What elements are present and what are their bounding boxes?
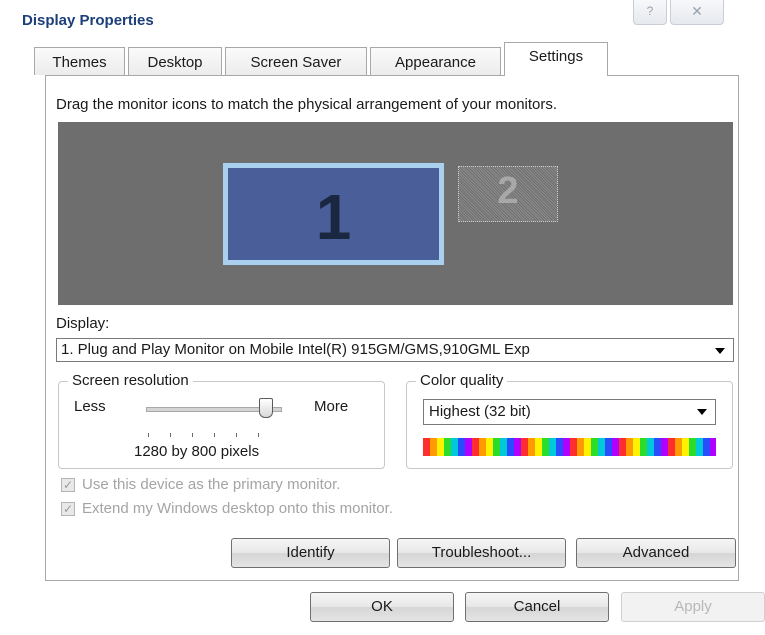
color-spectrum-bar	[423, 438, 716, 456]
resolution-value: 1280 by 800 pixels	[134, 443, 260, 460]
monitor-1-icon[interactable]: 1	[223, 163, 444, 265]
slider-tick	[170, 433, 171, 437]
resolution-slider-thumb[interactable]	[259, 398, 273, 418]
color-quality-legend: Color quality	[416, 372, 508, 389]
display-label: Display:	[56, 315, 110, 332]
troubleshoot-button[interactable]: Troubleshoot...	[397, 538, 566, 568]
window-title: Display Properties	[22, 12, 154, 29]
color-quality-dropdown[interactable]: Highest (32 bit)	[423, 399, 716, 425]
monitor-2-number: 2	[497, 170, 519, 212]
slider-tick	[236, 433, 237, 437]
slider-tick	[192, 433, 193, 437]
arrangement-instructions: Drag the monitor icons to match the phys…	[56, 96, 558, 113]
apply-button[interactable]: Apply	[621, 592, 765, 622]
tab-appearance[interactable]: Appearance	[370, 47, 501, 75]
color-quality-value: Highest (32 bit)	[429, 403, 531, 420]
primary-monitor-checkbox[interactable]: ✓	[61, 477, 75, 492]
extend-desktop-option[interactable]: ✓ Extend my Windows desktop onto this mo…	[61, 500, 393, 517]
help-button[interactable]: ?	[633, 0, 667, 25]
screen-resolution-legend: Screen resolution	[68, 372, 193, 389]
slider-tick	[214, 433, 215, 437]
monitor-2-icon[interactable]: 2	[458, 166, 558, 222]
extend-desktop-label: Extend my Windows desktop onto this moni…	[82, 500, 393, 517]
tab-desktop[interactable]: Desktop	[128, 47, 222, 75]
chevron-down-icon	[715, 348, 725, 354]
primary-monitor-label: Use this device as the primary monitor.	[82, 476, 341, 493]
tab-settings[interactable]: Settings	[504, 42, 608, 76]
tab-themes[interactable]: Themes	[34, 47, 125, 75]
cancel-button[interactable]: Cancel	[465, 592, 609, 622]
display-dropdown-value: 1. Plug and Play Monitor on Mobile Intel…	[61, 341, 530, 358]
ok-button[interactable]: OK	[310, 592, 454, 622]
identify-button[interactable]: Identify	[231, 538, 390, 568]
slider-tick	[148, 433, 149, 437]
advanced-button[interactable]: Advanced	[576, 538, 736, 568]
help-icon: ?	[646, 4, 654, 18]
tab-screen-saver[interactable]: Screen Saver	[225, 47, 367, 75]
slider-tick	[258, 433, 259, 437]
resolution-more-label: More	[314, 398, 349, 415]
close-button[interactable]: ✕	[670, 0, 724, 25]
chevron-down-icon	[697, 409, 707, 415]
monitor-1-number: 1	[315, 181, 352, 253]
extend-desktop-checkbox[interactable]: ✓	[61, 501, 75, 516]
close-icon: ✕	[691, 3, 703, 19]
display-dropdown[interactable]: 1. Plug and Play Monitor on Mobile Intel…	[56, 338, 734, 362]
resolution-less-label: Less	[74, 398, 106, 415]
primary-monitor-option[interactable]: ✓ Use this device as the primary monitor…	[61, 476, 340, 493]
